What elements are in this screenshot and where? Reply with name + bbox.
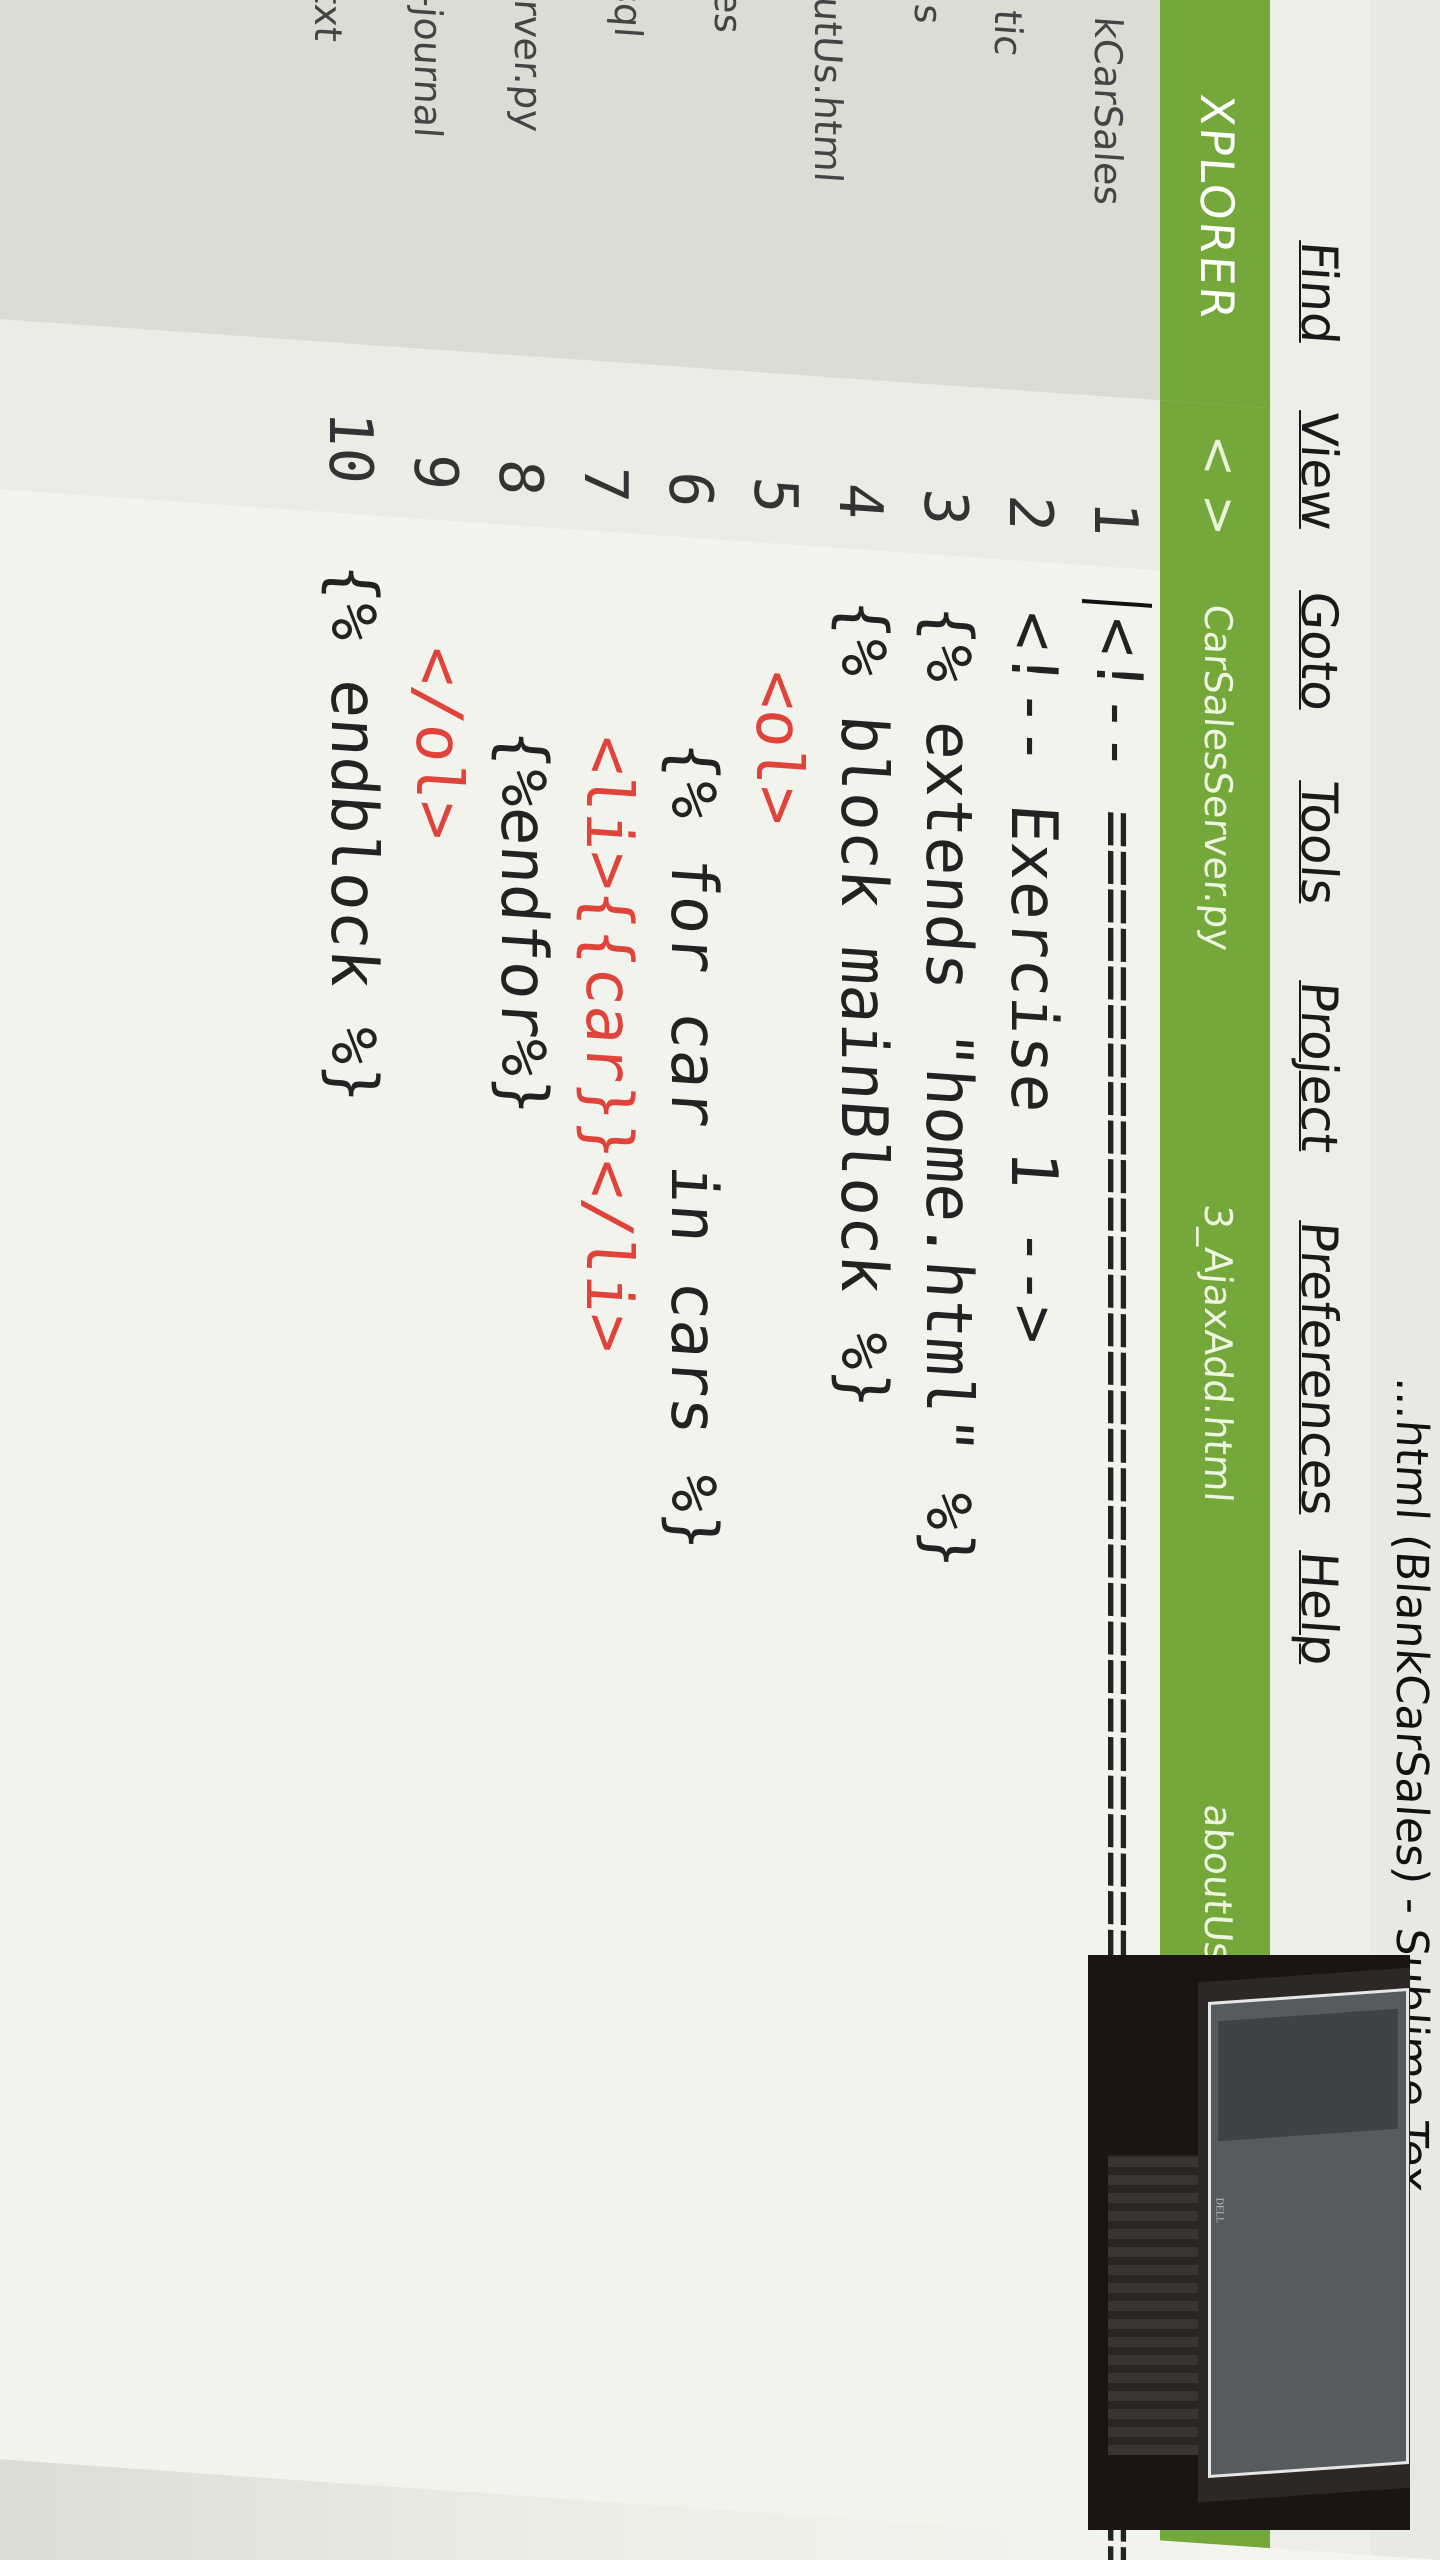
sidebar-item-templates[interactable]: s — [906, 3, 950, 26]
sidebar-title: XPLORER — [1190, 92, 1244, 323]
code-line: <ol> — [741, 591, 815, 828]
menu-tools[interactable]: Tools — [1290, 780, 1348, 907]
menu-find[interactable]: Find — [1290, 240, 1348, 347]
tab-back-arrow[interactable]: < — [1190, 433, 1248, 479]
sidebar-item-files[interactable]: es — [706, 0, 750, 35]
line-number: 7 — [570, 463, 640, 505]
code-line: {% for car in cars %} — [656, 585, 730, 1554]
sidebar-item-sql[interactable]: sql — [606, 0, 650, 39]
laptop-logo: DELL — [1213, 2197, 1225, 2224]
code-line: {%endfor%} — [486, 573, 560, 1118]
line-number: 4 — [825, 480, 895, 522]
sidebar-item-txt[interactable]: t.txt — [306, 0, 350, 43]
code-line: <!-- Exercise 1 --> — [996, 608, 1070, 1347]
code-line: {% block mainBlock %} — [826, 597, 900, 1412]
code-line: <li>{{car}}</li> — [571, 579, 645, 1356]
line-number: 3 — [910, 486, 980, 528]
line-number: 1 — [1080, 498, 1150, 540]
sidebar-item-aboutus[interactable]: utUs.html — [806, 0, 850, 184]
menu-view[interactable]: View — [1290, 410, 1348, 533]
sidebar-item-static[interactable]: tic — [986, 8, 1030, 57]
photo-frame: ...html (BlankCarSales) - Sublime Tex Fi… — [0, 0, 1440, 2560]
menu-preferences[interactable]: Preferences — [1290, 1220, 1348, 1518]
line-number: 5 — [740, 474, 810, 516]
sidebar-item-project[interactable]: kCarSales — [1086, 15, 1130, 207]
code-line: </ol> — [401, 567, 475, 843]
menu-help[interactable]: Help — [1290, 1550, 1348, 1668]
code-line: {% extends "home.html" %} — [911, 603, 985, 1572]
line-number: 10 — [315, 409, 385, 487]
line-number: 9 — [400, 451, 470, 493]
sidebar-item-journal[interactable]: b-journal — [406, 0, 450, 139]
line-number: 8 — [485, 457, 555, 499]
line-number: 2 — [995, 492, 1065, 534]
menu-goto[interactable]: Goto — [1290, 590, 1348, 714]
menu-project[interactable]: Project — [1290, 980, 1348, 1155]
code-editor[interactable]: 1 2 3 4 5 6 7 8 9 10 <!-- ==============… — [0, 319, 1160, 2560]
picture-in-picture-thumbnail[interactable]: DELL — [1088, 1955, 1410, 2530]
text-cursor — [1082, 598, 1152, 608]
tab-ajaxadd[interactable]: 3_AjaxAdd.html — [1196, 1203, 1240, 1504]
tab-carsalesserver[interactable]: CarSalesServer.py — [1196, 603, 1240, 952]
tab-forward-arrow[interactable]: > — [1190, 493, 1248, 539]
laptop-keyboard — [1108, 2155, 1198, 2455]
line-number: 6 — [655, 468, 725, 511]
sidebar-item-server[interactable]: erver.py — [506, 0, 550, 133]
code-line: {% endblock %} — [316, 561, 390, 1107]
laptop-screen-panel — [1218, 2008, 1398, 2142]
sidebar-header: XPLORER — [1160, 0, 1270, 409]
